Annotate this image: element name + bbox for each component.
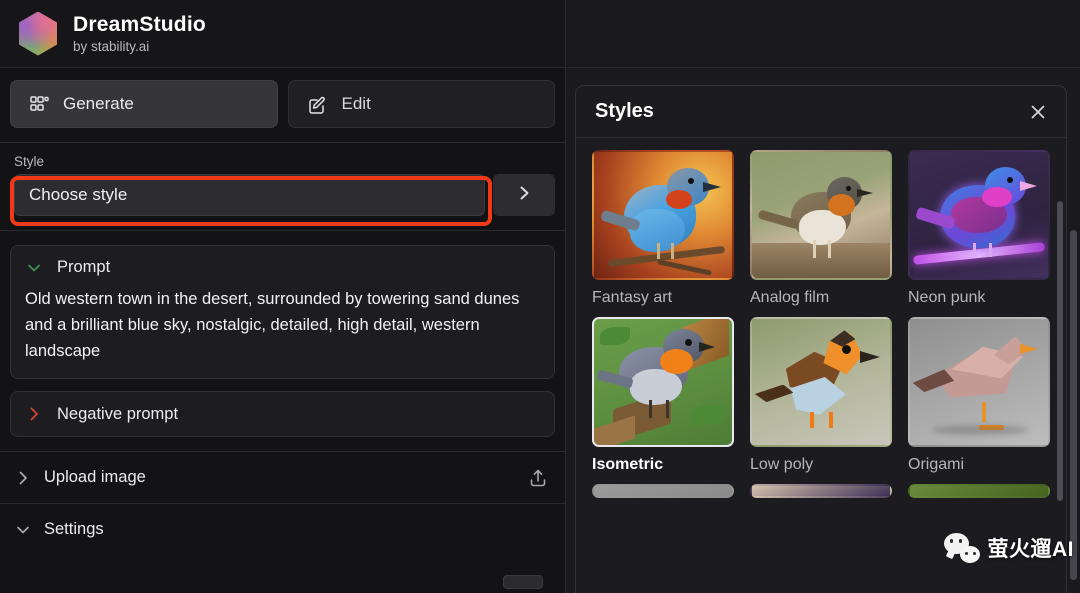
style-label: Fantasy art	[592, 289, 734, 307]
settings-partial-control[interactable]	[503, 575, 543, 589]
tab-generate[interactable]: Generate	[10, 80, 278, 128]
tab-generate-label: Generate	[63, 94, 134, 114]
style-label: Low poly	[750, 456, 892, 474]
styles-panel-title: Styles	[595, 100, 654, 123]
style-card-low-poly[interactable]: Low poly	[750, 317, 892, 474]
prompt-card[interactable]: Prompt Old western town in the desert, s…	[10, 245, 555, 379]
prompt-text[interactable]: Old western town in the desert, surround…	[25, 286, 540, 364]
styles-panel-scrollbar[interactable]	[1057, 201, 1063, 501]
styles-panel: Styles	[575, 85, 1067, 593]
style-card-neon-punk[interactable]: Neon punk	[908, 150, 1050, 307]
negative-prompt-title: Negative prompt	[57, 405, 178, 424]
style-thumbnail[interactable]	[908, 150, 1050, 280]
canvas-toolbar	[567, 0, 1080, 68]
style-thumbnail[interactable]	[750, 150, 892, 280]
chevron-down-icon	[25, 259, 43, 277]
page-scrollbar[interactable]	[1070, 230, 1077, 580]
main-canvas: Styles	[567, 0, 1080, 593]
style-thumbnail[interactable]	[592, 317, 734, 447]
negative-prompt-card[interactable]: Negative prompt	[10, 391, 555, 437]
style-card-analog-film[interactable]: Analog film	[750, 150, 892, 307]
chevron-down-icon	[14, 521, 32, 539]
sidebar-divider	[0, 230, 565, 231]
styles-panel-header: Styles	[576, 86, 1066, 138]
style-section-label: Style	[0, 143, 565, 174]
close-x-icon[interactable]	[1028, 102, 1048, 122]
style-label: Origami	[908, 456, 1050, 474]
pencil-square-icon	[307, 94, 328, 115]
choose-style-value: Choose style	[29, 185, 127, 205]
tab-edit-label: Edit	[342, 94, 371, 114]
style-thumbnail[interactable]	[750, 317, 892, 447]
style-thumbnail[interactable]	[750, 484, 892, 498]
style-thumbnail[interactable]	[908, 317, 1050, 447]
accordion-settings[interactable]: Settings	[0, 503, 565, 555]
app-subtitle: by stability.ai	[73, 39, 206, 55]
style-selector-row: Choose style	[0, 174, 565, 216]
mode-tabs: Generate Edit	[0, 68, 565, 143]
style-label: Isometric	[592, 456, 734, 474]
style-card-row3-c[interactable]	[908, 484, 1050, 498]
chevron-right-icon	[14, 469, 32, 487]
style-label: Neon punk	[908, 289, 1050, 307]
styles-grid: Fantasy art	[576, 138, 1066, 498]
style-thumbnail[interactable]	[908, 484, 1050, 498]
style-card-fantasy-art[interactable]: Fantasy art	[592, 150, 734, 307]
grid-squares-icon	[29, 94, 49, 114]
style-label: Analog film	[750, 289, 892, 307]
dreamstudio-app: DreamStudio by stability.ai Generate	[0, 0, 1080, 593]
style-expand-button[interactable]	[493, 174, 555, 216]
chevron-right-icon	[25, 405, 43, 423]
prompt-title: Prompt	[57, 258, 110, 277]
app-title: DreamStudio	[73, 13, 206, 37]
style-thumbnail[interactable]	[592, 150, 734, 280]
settings-label: Settings	[44, 520, 104, 539]
brand-header: DreamStudio by stability.ai	[0, 0, 565, 68]
choose-style-field[interactable]: Choose style	[14, 174, 485, 216]
style-card-origami[interactable]: Origami	[908, 317, 1050, 474]
style-card-isometric[interactable]: Isometric	[592, 317, 734, 474]
left-sidebar: DreamStudio by stability.ai Generate	[0, 0, 566, 593]
upload-image-label: Upload image	[44, 468, 146, 487]
chevron-right-icon	[514, 183, 534, 208]
accordion-upload-image[interactable]: Upload image	[0, 451, 565, 503]
style-thumbnail[interactable]	[592, 484, 734, 498]
hexagon-gradient-logo-icon	[16, 12, 60, 56]
upload-icon[interactable]	[527, 467, 549, 489]
style-card-row3-b[interactable]	[750, 484, 892, 498]
prompt-card-header[interactable]: Prompt	[25, 258, 540, 277]
style-card-row3-a[interactable]	[592, 484, 734, 498]
tab-edit[interactable]: Edit	[288, 80, 556, 128]
